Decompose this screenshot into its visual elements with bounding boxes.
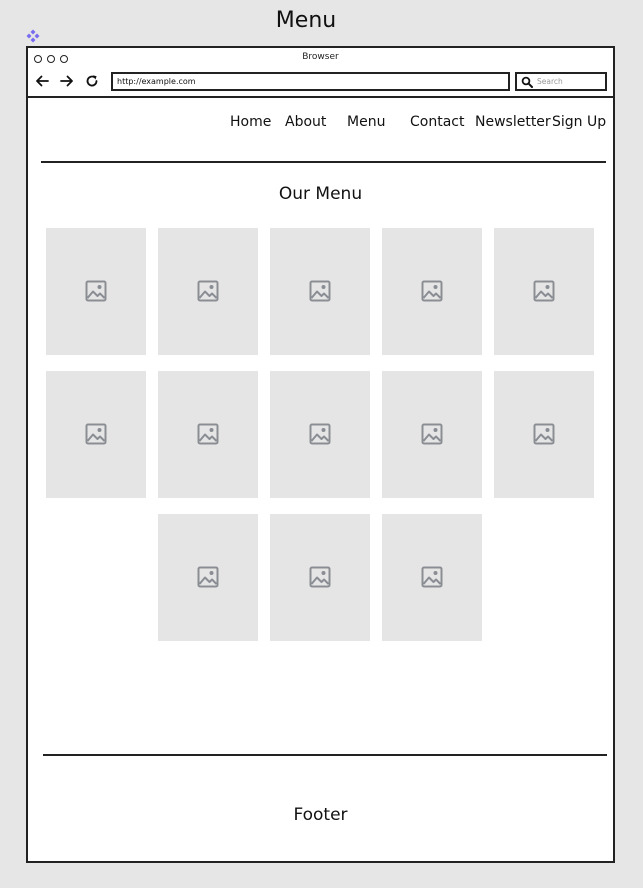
- menu-image[interactable]: [158, 228, 258, 355]
- menu-image[interactable]: [382, 228, 482, 355]
- image-placeholder-icon: [309, 280, 331, 302]
- nav-item-menu[interactable]: Menu: [347, 114, 385, 130]
- forward-arrow-icon[interactable]: [59, 73, 75, 89]
- search-field[interactable]: Search: [515, 72, 607, 91]
- image-placeholder-icon: [85, 423, 107, 445]
- image-placeholder-icon: [85, 280, 107, 302]
- image-placeholder-icon: [421, 423, 443, 445]
- nav-item-newsletter[interactable]: Newsletter: [475, 114, 551, 130]
- browser-chrome: Browser http://example.com Search: [28, 48, 613, 98]
- image-placeholder-icon: [421, 566, 443, 588]
- menu-image[interactable]: [270, 228, 370, 355]
- menu-image[interactable]: [46, 371, 146, 498]
- menu-image[interactable]: [382, 371, 482, 498]
- search-icon: [521, 76, 533, 88]
- menu-image[interactable]: [382, 514, 482, 641]
- nav-item-home[interactable]: Home: [230, 114, 271, 130]
- image-placeholder-icon: [421, 280, 443, 302]
- header-divider: [41, 161, 606, 163]
- component-icon: [26, 29, 40, 43]
- image-placeholder-icon: [533, 423, 555, 445]
- menu-image[interactable]: [270, 514, 370, 641]
- back-arrow-icon[interactable]: [34, 73, 50, 89]
- menu-image[interactable]: [158, 514, 258, 641]
- nav-item-contact[interactable]: Contact: [410, 114, 464, 130]
- menu-image[interactable]: [270, 371, 370, 498]
- menu-image[interactable]: [494, 371, 594, 498]
- section-title: Our Menu: [278, 184, 363, 204]
- menu-image[interactable]: [46, 228, 146, 355]
- browser-window: Browser http://example.com Search Home A…: [26, 46, 615, 863]
- page-title: Menu: [275, 8, 337, 33]
- image-placeholder-icon: [533, 280, 555, 302]
- browser-title: Browser: [302, 52, 339, 62]
- image-placeholder-icon: [309, 423, 331, 445]
- footer-divider: [43, 754, 607, 756]
- menu-image[interactable]: [158, 371, 258, 498]
- image-placeholder-icon: [197, 566, 219, 588]
- image-placeholder-icon: [309, 566, 331, 588]
- nav-item-about[interactable]: About: [285, 114, 326, 130]
- main-nav: Home About Menu Contact Newsletter Sign …: [28, 114, 613, 136]
- nav-item-sign-up[interactable]: Sign Up: [552, 114, 606, 130]
- footer-label: Footer: [293, 805, 348, 825]
- reload-icon[interactable]: [84, 73, 100, 89]
- search-placeholder: Search: [537, 77, 563, 86]
- image-placeholder-icon: [197, 280, 219, 302]
- image-placeholder-icon: [197, 423, 219, 445]
- menu-image[interactable]: [494, 228, 594, 355]
- url-input[interactable]: http://example.com: [111, 72, 510, 91]
